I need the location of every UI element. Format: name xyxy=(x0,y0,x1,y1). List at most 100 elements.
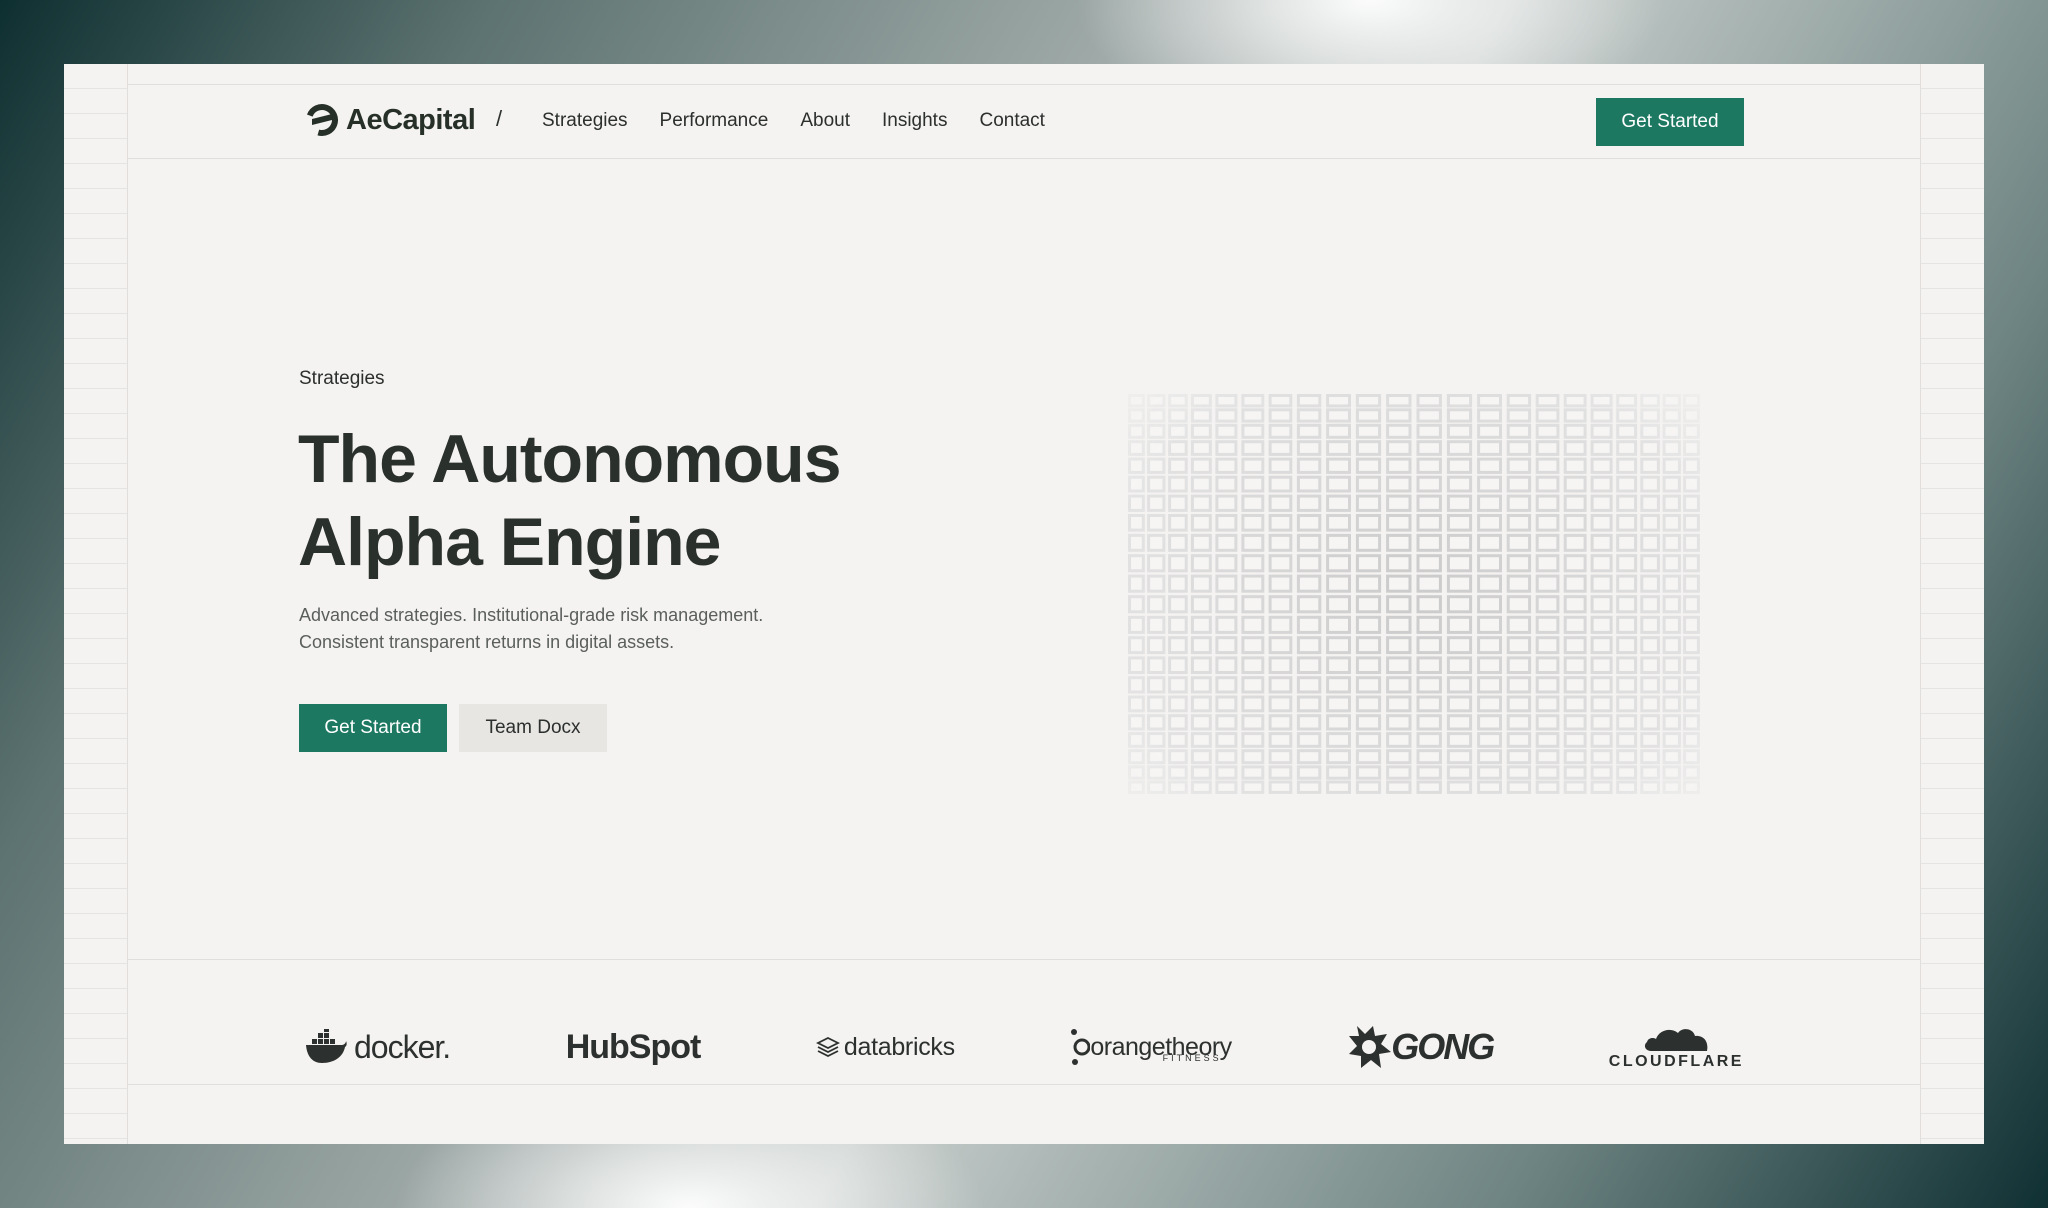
sphere-cell xyxy=(1506,695,1532,713)
sphere-cell xyxy=(1147,574,1166,593)
sphere-cell xyxy=(1215,457,1238,474)
sphere-cell xyxy=(1662,394,1681,408)
sphere-cell xyxy=(1662,574,1681,593)
sphere-cell xyxy=(1268,656,1293,674)
sphere-cell xyxy=(1296,440,1322,456)
sphere-cell xyxy=(1268,423,1293,439)
sphere-cell xyxy=(1640,714,1660,731)
sphere-cell xyxy=(1683,475,1700,493)
sphere-cell xyxy=(1241,595,1265,614)
sphere-cell xyxy=(1616,636,1638,655)
sphere-cell xyxy=(1355,514,1382,532)
sphere-cell xyxy=(1147,765,1166,780)
sphere-cell xyxy=(1215,533,1238,552)
brand-logo-link[interactable]: AeCapital xyxy=(304,102,476,138)
sphere-cell xyxy=(1190,732,1212,748)
sphere-cell xyxy=(1128,475,1145,493)
hubspot-logo: HubSpot xyxy=(565,1027,702,1066)
sphere-cell xyxy=(1386,394,1412,408)
nav-item-insights[interactable]: Insights xyxy=(882,110,947,132)
sphere-cell xyxy=(1662,656,1681,674)
sphere-cell xyxy=(1506,514,1532,532)
sphere-cell xyxy=(1506,475,1532,493)
sphere-cell xyxy=(1190,656,1212,674)
sphere-cell xyxy=(1128,656,1145,674)
sphere-cell xyxy=(1190,749,1212,765)
team-docx-button[interactable]: Team Docx xyxy=(459,704,607,752)
sphere-cell xyxy=(1506,574,1532,593)
sphere-cell xyxy=(1416,732,1442,748)
sphere-cell xyxy=(1147,732,1166,748)
sphere-cell xyxy=(1590,676,1613,694)
sphere-cell xyxy=(1590,533,1613,552)
sphere-cell xyxy=(1616,676,1638,694)
sphere-cell xyxy=(1168,408,1188,423)
sphere-cell xyxy=(1446,423,1473,439)
sphere-cell xyxy=(1683,423,1700,439)
sphere-cell xyxy=(1355,749,1382,765)
header-get-started-button[interactable]: Get Started xyxy=(1596,98,1744,146)
sphere-cell xyxy=(1506,780,1532,794)
sphere-cell xyxy=(1326,408,1352,423)
sphere-cell xyxy=(1128,695,1145,713)
sphere-cell xyxy=(1535,574,1560,593)
sphere-cell xyxy=(1355,457,1382,474)
sphere-cell xyxy=(1535,440,1560,456)
sphere-cell xyxy=(1616,394,1638,408)
sphere-cell xyxy=(1326,749,1352,765)
sphere-cell xyxy=(1168,695,1188,713)
sphere-cell xyxy=(1683,408,1700,423)
hero-get-started-button[interactable]: Get Started xyxy=(299,704,447,752)
sphere-cell xyxy=(1241,533,1265,552)
sphere-cell xyxy=(1616,732,1638,748)
sphere-cell xyxy=(1168,656,1188,674)
sphere-cell xyxy=(1128,749,1145,765)
sphere-cell xyxy=(1416,636,1442,655)
sphere-cell xyxy=(1563,394,1587,408)
sphere-cell xyxy=(1147,457,1166,474)
sphere-cell xyxy=(1683,554,1700,573)
sphere-cell xyxy=(1662,615,1681,634)
sphere-cell xyxy=(1662,636,1681,655)
sphere-cell xyxy=(1241,676,1265,694)
partner-logos: docker. HubSpot databricks orangetheory … xyxy=(304,984,1744,1110)
sphere-cell xyxy=(1147,714,1166,731)
sphere-cell xyxy=(1241,514,1265,532)
sphere-cell xyxy=(1535,494,1560,512)
sphere-cell xyxy=(1590,494,1613,512)
sphere-cell xyxy=(1640,574,1660,593)
sphere-cell xyxy=(1616,765,1638,780)
databricks-logo: databricks xyxy=(815,1017,955,1077)
sphere-cell xyxy=(1215,595,1238,614)
sphere-cell xyxy=(1168,714,1188,731)
sphere-cell xyxy=(1683,457,1700,474)
sphere-cell xyxy=(1640,636,1660,655)
sphere-cell xyxy=(1355,615,1382,634)
sphere-cell xyxy=(1355,595,1382,614)
sphere-cell xyxy=(1296,408,1322,423)
sphere-cell xyxy=(1616,475,1638,493)
cloudflare-cloud-icon xyxy=(1645,1029,1708,1051)
nav-item-contact[interactable]: Contact xyxy=(979,110,1044,132)
sphere-cell xyxy=(1535,457,1560,474)
sphere-cell xyxy=(1446,514,1473,532)
sphere-cell xyxy=(1535,636,1560,655)
sphere-cell xyxy=(1640,475,1660,493)
sphere-cell xyxy=(1446,732,1473,748)
sphere-cell xyxy=(1190,554,1212,573)
sphere-cell xyxy=(1386,656,1412,674)
right-decorative-rail xyxy=(1920,64,1984,1144)
nav-item-strategies[interactable]: Strategies xyxy=(542,110,628,132)
sphere-cell xyxy=(1386,554,1412,573)
sphere-cell xyxy=(1640,394,1660,408)
sphere-cell xyxy=(1355,656,1382,674)
sphere-cell xyxy=(1326,514,1352,532)
sphere-cell xyxy=(1616,615,1638,634)
sphere-cell xyxy=(1590,732,1613,748)
sphere-cell xyxy=(1590,615,1613,634)
sphere-cell xyxy=(1640,554,1660,573)
sphere-cell xyxy=(1386,714,1412,731)
nav-item-about[interactable]: About xyxy=(800,110,850,132)
sphere-cell xyxy=(1128,394,1145,408)
nav-item-performance[interactable]: Performance xyxy=(660,110,769,132)
